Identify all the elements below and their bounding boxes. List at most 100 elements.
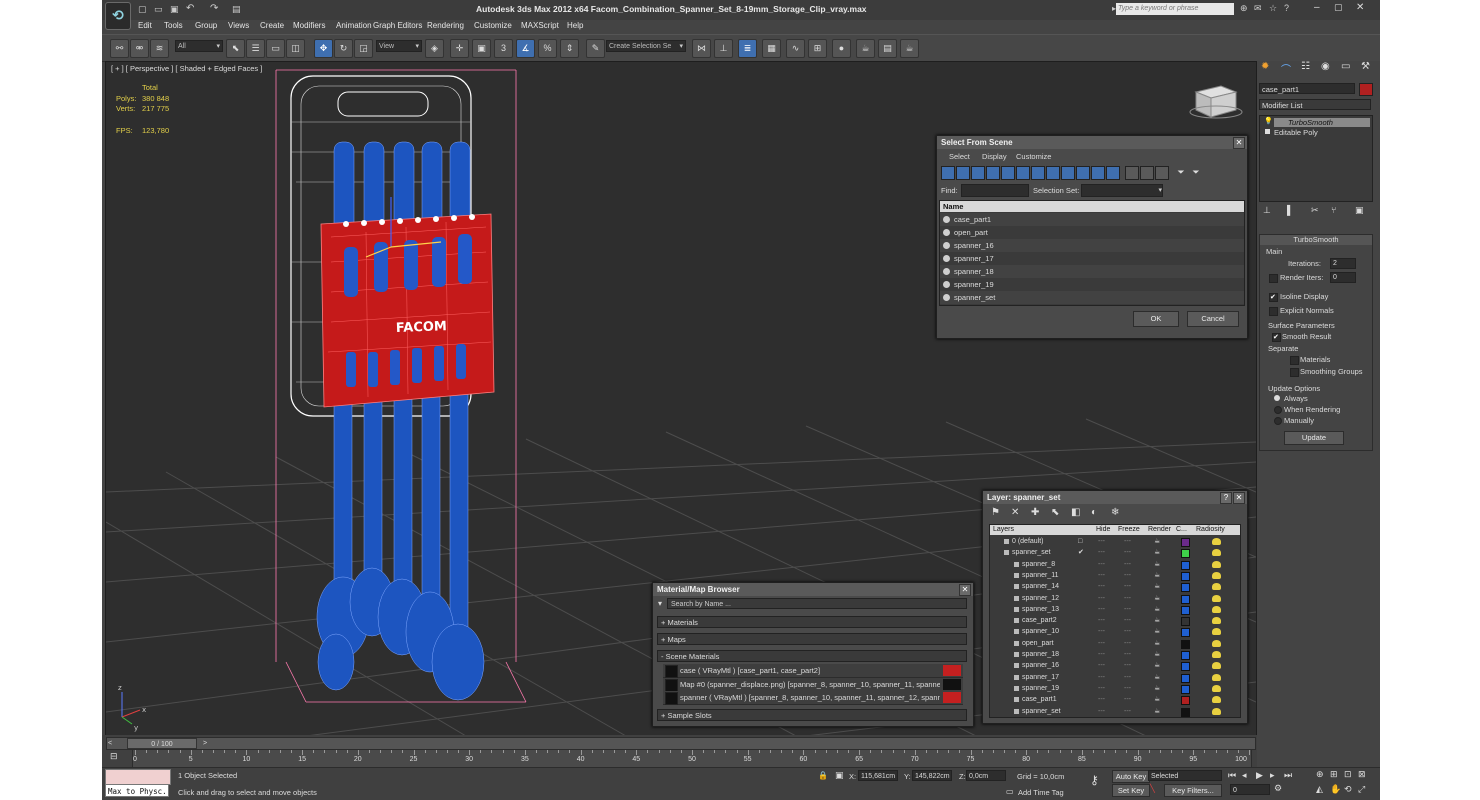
reference-coordinate-dropdown[interactable]: View (376, 40, 422, 53)
menu-help[interactable]: Help (567, 21, 583, 30)
layer-row[interactable]: case_part1 --- --- ☕ (990, 694, 1240, 706)
layer-color-swatch[interactable] (1181, 583, 1190, 593)
render-teapot-icon[interactable]: ☕ (1154, 649, 1160, 660)
help-icon[interactable]: ? (1284, 3, 1289, 13)
rectangular-selection-icon[interactable]: ▭ (266, 39, 285, 58)
zoom-extents-all-icon[interactable]: ⊠ (1358, 769, 1366, 780)
quick-save-icon[interactable]: ▣ (170, 4, 179, 15)
create-layer-icon[interactable]: ⚑ (991, 507, 1000, 518)
sfs-filter-helpers-icon[interactable] (1001, 166, 1015, 180)
menu-graph-editors[interactable]: Graph Editors (373, 21, 422, 30)
layer-row[interactable]: spanner_14 --- --- ☕ (990, 581, 1240, 593)
set-key-button[interactable]: Set Key (1112, 784, 1150, 797)
hide-toggle[interactable]: --- (1098, 604, 1105, 615)
render-teapot-icon[interactable]: ☕ (1154, 672, 1160, 683)
material-search-input[interactable]: Search by Name ... (667, 598, 967, 609)
delete-layer-icon[interactable]: ✕ (1011, 507, 1019, 518)
freeze-toggle[interactable]: --- (1124, 570, 1131, 581)
hide-toggle[interactable]: --- (1098, 536, 1105, 547)
scene-object-item[interactable]: spanner_19 (940, 278, 1244, 291)
turbosmooth-rollout-title[interactable]: TurboSmooth (1260, 235, 1372, 245)
modify-tab-icon[interactable]: ⌒ (1281, 61, 1291, 76)
window-crossing-icon[interactable]: ◫ (286, 39, 305, 58)
select-and-rotate-icon[interactable]: ↻ (334, 39, 353, 58)
make-unique-icon[interactable]: ✂ (1311, 205, 1319, 216)
layer-color-swatch[interactable] (1181, 684, 1190, 694)
radiosity-icon[interactable] (1212, 628, 1221, 636)
binoculars-icon[interactable]: ⊕ (1240, 3, 1248, 14)
radiosity-icon[interactable] (1212, 639, 1221, 647)
utilities-tab-icon[interactable]: ⚒ (1361, 61, 1370, 72)
hide-toggle[interactable]: --- (1098, 581, 1105, 592)
sfs-filter-frozen-icon[interactable] (1091, 166, 1105, 180)
rendered-frame-window-icon[interactable]: ▤ (878, 39, 897, 58)
layer-row[interactable]: spanner_set ✔ --- --- ☕ (990, 547, 1240, 559)
align-icon[interactable]: ⊥ (714, 39, 733, 58)
sfs-column-name[interactable]: Name (940, 201, 1244, 212)
layer-color-swatch[interactable] (1181, 696, 1190, 706)
sfs-filter-lights-icon[interactable] (971, 166, 985, 180)
freeze-toggle[interactable]: --- (1124, 706, 1131, 717)
curve-editor-toggle-icon[interactable]: ⊟ (110, 751, 124, 763)
radiosity-icon[interactable] (1212, 571, 1221, 579)
layer-row[interactable]: spanner_18 --- --- ☕ (990, 649, 1240, 660)
freeze-toggle[interactable]: --- (1124, 581, 1131, 592)
time-config-icon[interactable]: ⚙ (1274, 783, 1282, 794)
time-slider-next-icon[interactable]: > (203, 738, 207, 749)
spinner-snap-icon[interactable]: ⇕ (560, 39, 579, 58)
select-and-scale-icon[interactable]: ◲ (354, 39, 373, 58)
current-frame-field[interactable]: 0 (1230, 784, 1270, 795)
motion-tab-icon[interactable]: ◉ (1321, 61, 1330, 72)
curve-editor-icon[interactable]: ∿ (786, 39, 805, 58)
select-and-manipulate-icon[interactable]: ✛ (450, 39, 469, 58)
radiosity-icon[interactable] (1212, 560, 1221, 568)
render-teapot-icon[interactable]: ☕ (1154, 694, 1160, 705)
hide-toggle[interactable]: --- (1098, 615, 1105, 626)
hide-toggle[interactable]: --- (1098, 672, 1105, 683)
zoom-all-icon[interactable]: ⊞ (1330, 769, 1338, 780)
col-layers[interactable]: Layers (993, 525, 1014, 535)
add-time-tag-text[interactable]: Add Time Tag (1018, 788, 1064, 797)
current-layer-mark[interactable]: □ (1078, 536, 1082, 547)
scene-material-item[interactable]: spanner ( VRayMtl ) [spanner_8, spanner_… (663, 691, 963, 705)
search-input[interactable]: Type a keyword or phrase (1116, 3, 1234, 15)
hierarchy-tab-icon[interactable]: ☷ (1301, 61, 1310, 72)
sfs-funnel-icon[interactable]: ⏷ (1175, 166, 1187, 178)
hide-toggle[interactable]: --- (1098, 570, 1105, 581)
maxscript-listener-input[interactable]: Max to Physc. (105, 784, 169, 797)
select-by-name-icon[interactable]: ☰ (246, 39, 265, 58)
auto-key-button[interactable]: Auto Key (1112, 770, 1150, 783)
freeze-toggle[interactable]: --- (1124, 593, 1131, 604)
layer-color-swatch[interactable] (1181, 617, 1190, 627)
render-teapot-icon[interactable]: ☕ (1154, 559, 1160, 570)
radiosity-icon[interactable] (1212, 594, 1221, 602)
layer-color-swatch[interactable] (1181, 571, 1190, 581)
render-teapot-icon[interactable]: ☕ (1154, 626, 1160, 637)
remove-modifier-icon[interactable]: ⑂ (1331, 205, 1336, 215)
highlight-layer-icon[interactable]: ◧ (1071, 507, 1080, 518)
current-layer-mark[interactable]: ✔ (1078, 547, 1084, 558)
absolute-mode-icon[interactable]: ▣ (835, 770, 844, 781)
keyboard-shortcut-override-icon[interactable]: ▣ (472, 39, 491, 58)
key-filters-button[interactable]: Key Filters... (1164, 784, 1222, 797)
time-slider-prev-icon[interactable]: < (108, 738, 112, 749)
radiosity-icon[interactable] (1212, 707, 1221, 715)
freeze-toggle[interactable]: --- (1124, 604, 1131, 615)
browser-options-icon[interactable]: ▾ (658, 599, 662, 608)
create-tab-icon[interactable]: ✹ (1261, 61, 1269, 72)
radiosity-icon[interactable] (1212, 662, 1221, 670)
app-logo-icon[interactable]: ⟲ (105, 2, 131, 30)
sfs-menu-select[interactable]: Select (949, 152, 970, 161)
iterations-spinner[interactable]: 2 (1330, 258, 1356, 269)
layer-color-swatch[interactable] (1181, 662, 1190, 672)
radiosity-icon[interactable] (1212, 583, 1221, 591)
menu-maxscript[interactable]: MAXScript (521, 21, 559, 30)
star-icon[interactable]: ☆ (1269, 3, 1277, 14)
layer-row[interactable]: spanner_19 --- --- ☕ (990, 683, 1240, 694)
object-color-swatch[interactable] (1359, 83, 1373, 96)
col-radiosity[interactable]: Radiosity (1196, 525, 1225, 535)
radiosity-icon[interactable] (1212, 549, 1221, 557)
radiosity-icon[interactable] (1212, 617, 1221, 625)
scene-object-item[interactable]: spanner_set (940, 291, 1244, 304)
subscription-icon[interactable]: ✉ (1254, 3, 1262, 14)
